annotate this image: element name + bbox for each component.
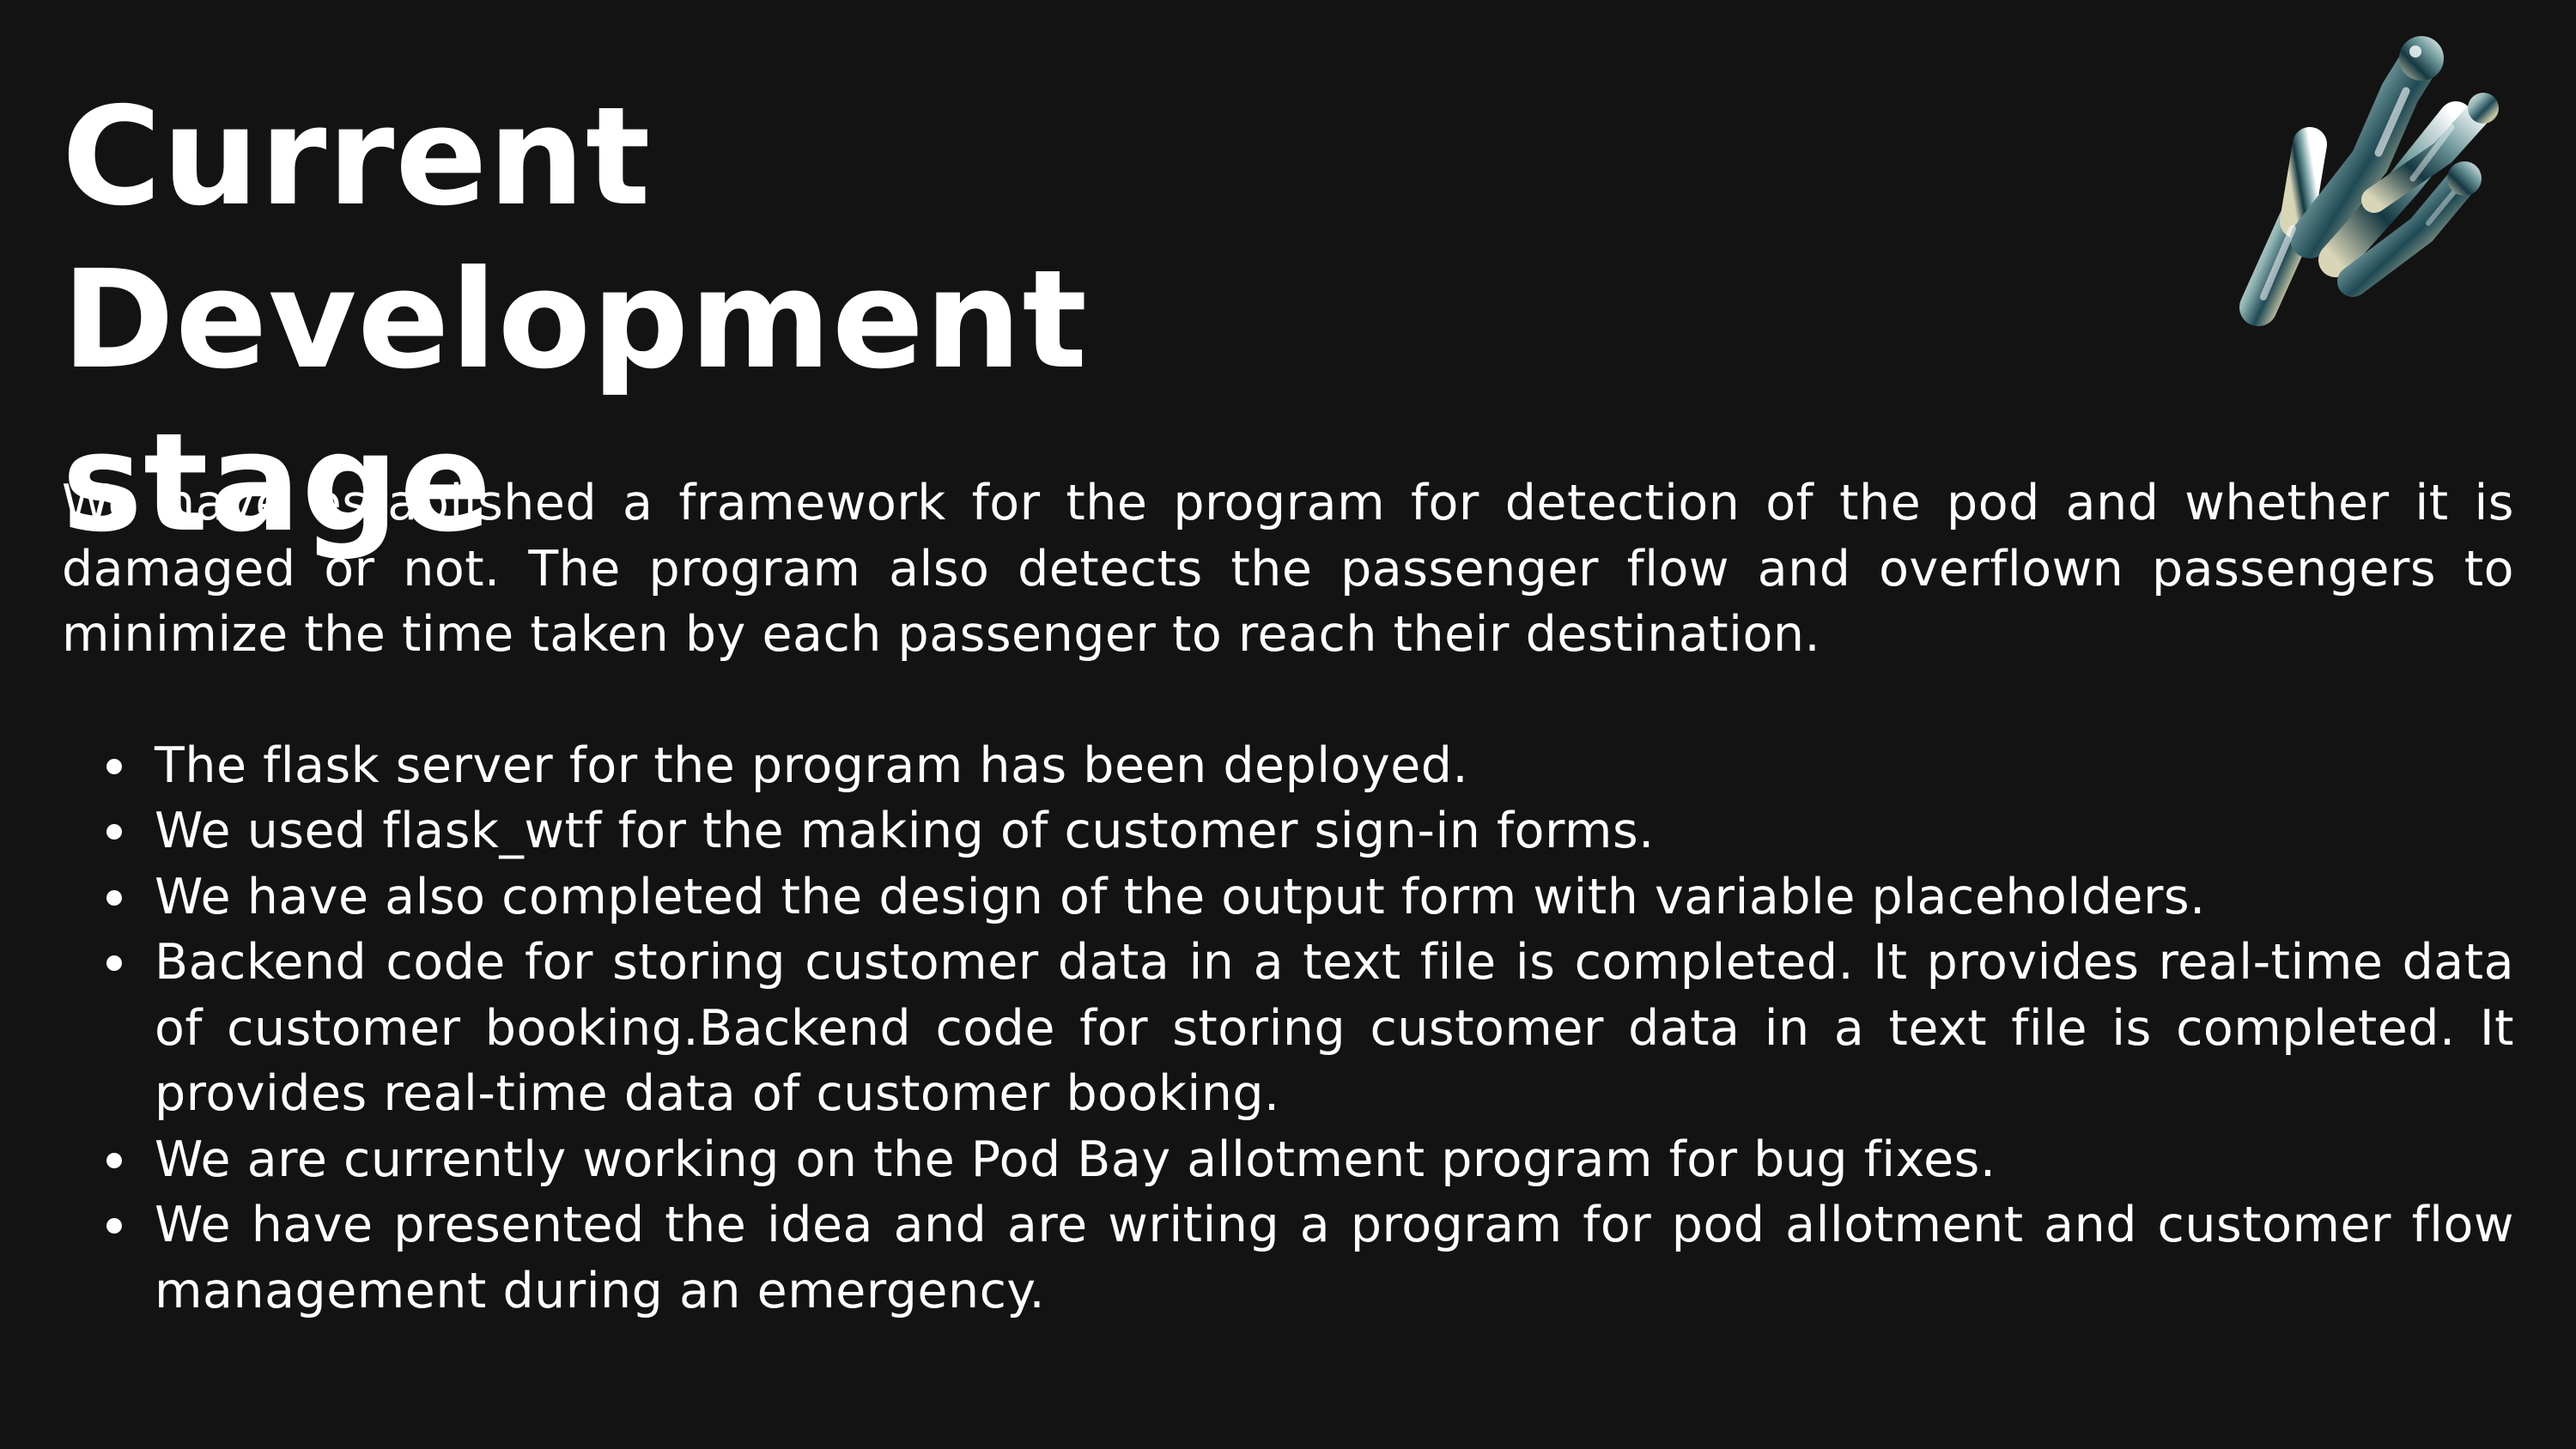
bullet-dot-icon — [106, 889, 122, 906]
list-item-text: We used flask_wtf for the making of cust… — [155, 803, 1655, 859]
list-item-text: We have presented the idea and are writi… — [155, 1197, 2514, 1319]
intro-paragraph: We have established a framework for the … — [62, 475, 2514, 663]
bullet-dot-icon — [106, 824, 122, 840]
list-item-text: We have also completed the design of the… — [155, 868, 2206, 925]
list-item-text: Backend code for storing customer data i… — [155, 934, 2514, 1122]
bullet-dot-icon — [106, 1152, 122, 1168]
list-item: The flask server for the program has bee… — [62, 733, 2514, 799]
slide-body: We have established a framework for the … — [62, 470, 2514, 1324]
chrome-splash-icon — [2207, 24, 2499, 350]
list-item: Backend code for storing customer data i… — [62, 930, 2514, 1127]
list-item: We are currently working on the Pod Bay … — [62, 1127, 2514, 1193]
list-item-text: We are currently working on the Pod Bay … — [155, 1131, 1996, 1188]
bullet-dot-icon — [106, 1218, 122, 1234]
bullet-dot-icon — [106, 955, 122, 971]
slide: Current Development stage We have establ… — [0, 0, 2576, 1449]
list-item-text: The flask server for the program has bee… — [155, 737, 1469, 794]
title-line-1: Current Development — [62, 78, 1089, 399]
bullet-dot-icon — [106, 758, 122, 774]
list-item: We have also completed the design of the… — [62, 864, 2514, 931]
bullet-list: The flask server for the program has bee… — [62, 733, 2514, 1325]
list-item: We used flask_wtf for the making of cust… — [62, 798, 2514, 864]
list-item: We have presented the idea and are writi… — [62, 1192, 2514, 1324]
